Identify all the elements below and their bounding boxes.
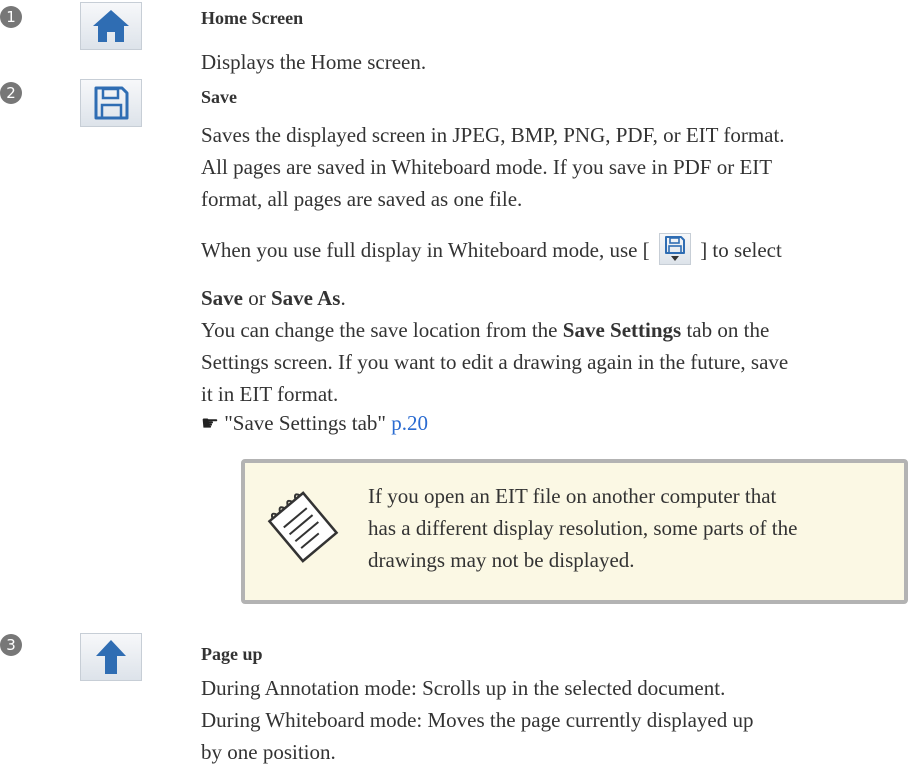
reference-text: "Save Settings tab" xyxy=(224,411,386,435)
note-line-1: If you open an EIT file on another compu… xyxy=(368,484,777,508)
save-icon xyxy=(94,86,129,120)
page-up-description: During Annotation mode: Scrolls up in th… xyxy=(201,672,753,768)
arrow-up-icon xyxy=(96,640,126,674)
save-button-illustration xyxy=(80,79,142,127)
pointing-hand-icon: ☛ xyxy=(201,411,219,435)
page-up-line-1: During Annotation mode: Scrolls up in th… xyxy=(201,676,726,700)
reference-page-link[interactable]: p.20 xyxy=(391,411,428,435)
item-title-page-up: Page up xyxy=(201,644,263,664)
page-up-line-2: During Whiteboard mode: Moves the page c… xyxy=(201,708,754,732)
full-display-instruction: When you use full display in Whiteboard … xyxy=(201,233,782,266)
item-number-2: 2 xyxy=(0,82,22,104)
home-button-illustration xyxy=(80,2,142,50)
item-number-1: 1 xyxy=(0,6,22,28)
page-up-line-3: by one position. xyxy=(201,740,336,764)
save-options-line: Save or Save As. xyxy=(201,282,346,314)
save-location-prefix: You can change the save location from th… xyxy=(201,318,563,342)
save-location-line-3: it in EIT format. xyxy=(201,382,339,406)
save-as-option-label: Save As xyxy=(271,286,341,310)
note-line-3: drawings may not be displayed. xyxy=(368,548,635,572)
save-dropdown-icon xyxy=(658,233,691,266)
save-settings-reference: ☛ "Save Settings tab" p.20 xyxy=(201,407,428,439)
save-option-label: Save xyxy=(201,286,243,310)
item-description-home-screen: Displays the Home screen. xyxy=(201,50,427,74)
save-description-line-3: format, all pages are saved as one file. xyxy=(201,187,523,211)
save-location-line-2: Settings screen. If you want to edit a d… xyxy=(201,350,789,374)
save-description-line-2: All pages are saved in Whiteboard mode. … xyxy=(201,155,773,179)
item-title-home-screen: Home Screen xyxy=(201,8,304,28)
page-up-button-illustration xyxy=(80,633,142,681)
save-location-paragraph: You can change the save location from th… xyxy=(201,314,788,410)
full-display-text-after: ] to select xyxy=(700,238,782,262)
period: . xyxy=(340,286,346,310)
item-title-save: Save xyxy=(201,87,237,107)
home-icon xyxy=(93,10,129,42)
note-pad-icon xyxy=(267,491,339,563)
full-display-text-before: When you use full display in Whiteboard … xyxy=(201,238,650,262)
note-line-2: has a different display resolution, some… xyxy=(368,516,798,540)
save-settings-tab-name: Save Settings xyxy=(562,318,682,342)
note-box: If you open an EIT file on another compu… xyxy=(241,459,908,604)
save-description-paragraph: Saves the displayed screen in JPEG, BMP,… xyxy=(201,119,785,215)
save-location-suffix: tab on the xyxy=(681,318,770,342)
item-number-3: 3 xyxy=(0,634,22,656)
save-description-line-1: Saves the displayed screen in JPEG, BMP,… xyxy=(201,123,785,147)
note-text: If you open an EIT file on another compu… xyxy=(368,480,903,576)
or-word: or xyxy=(243,286,271,310)
